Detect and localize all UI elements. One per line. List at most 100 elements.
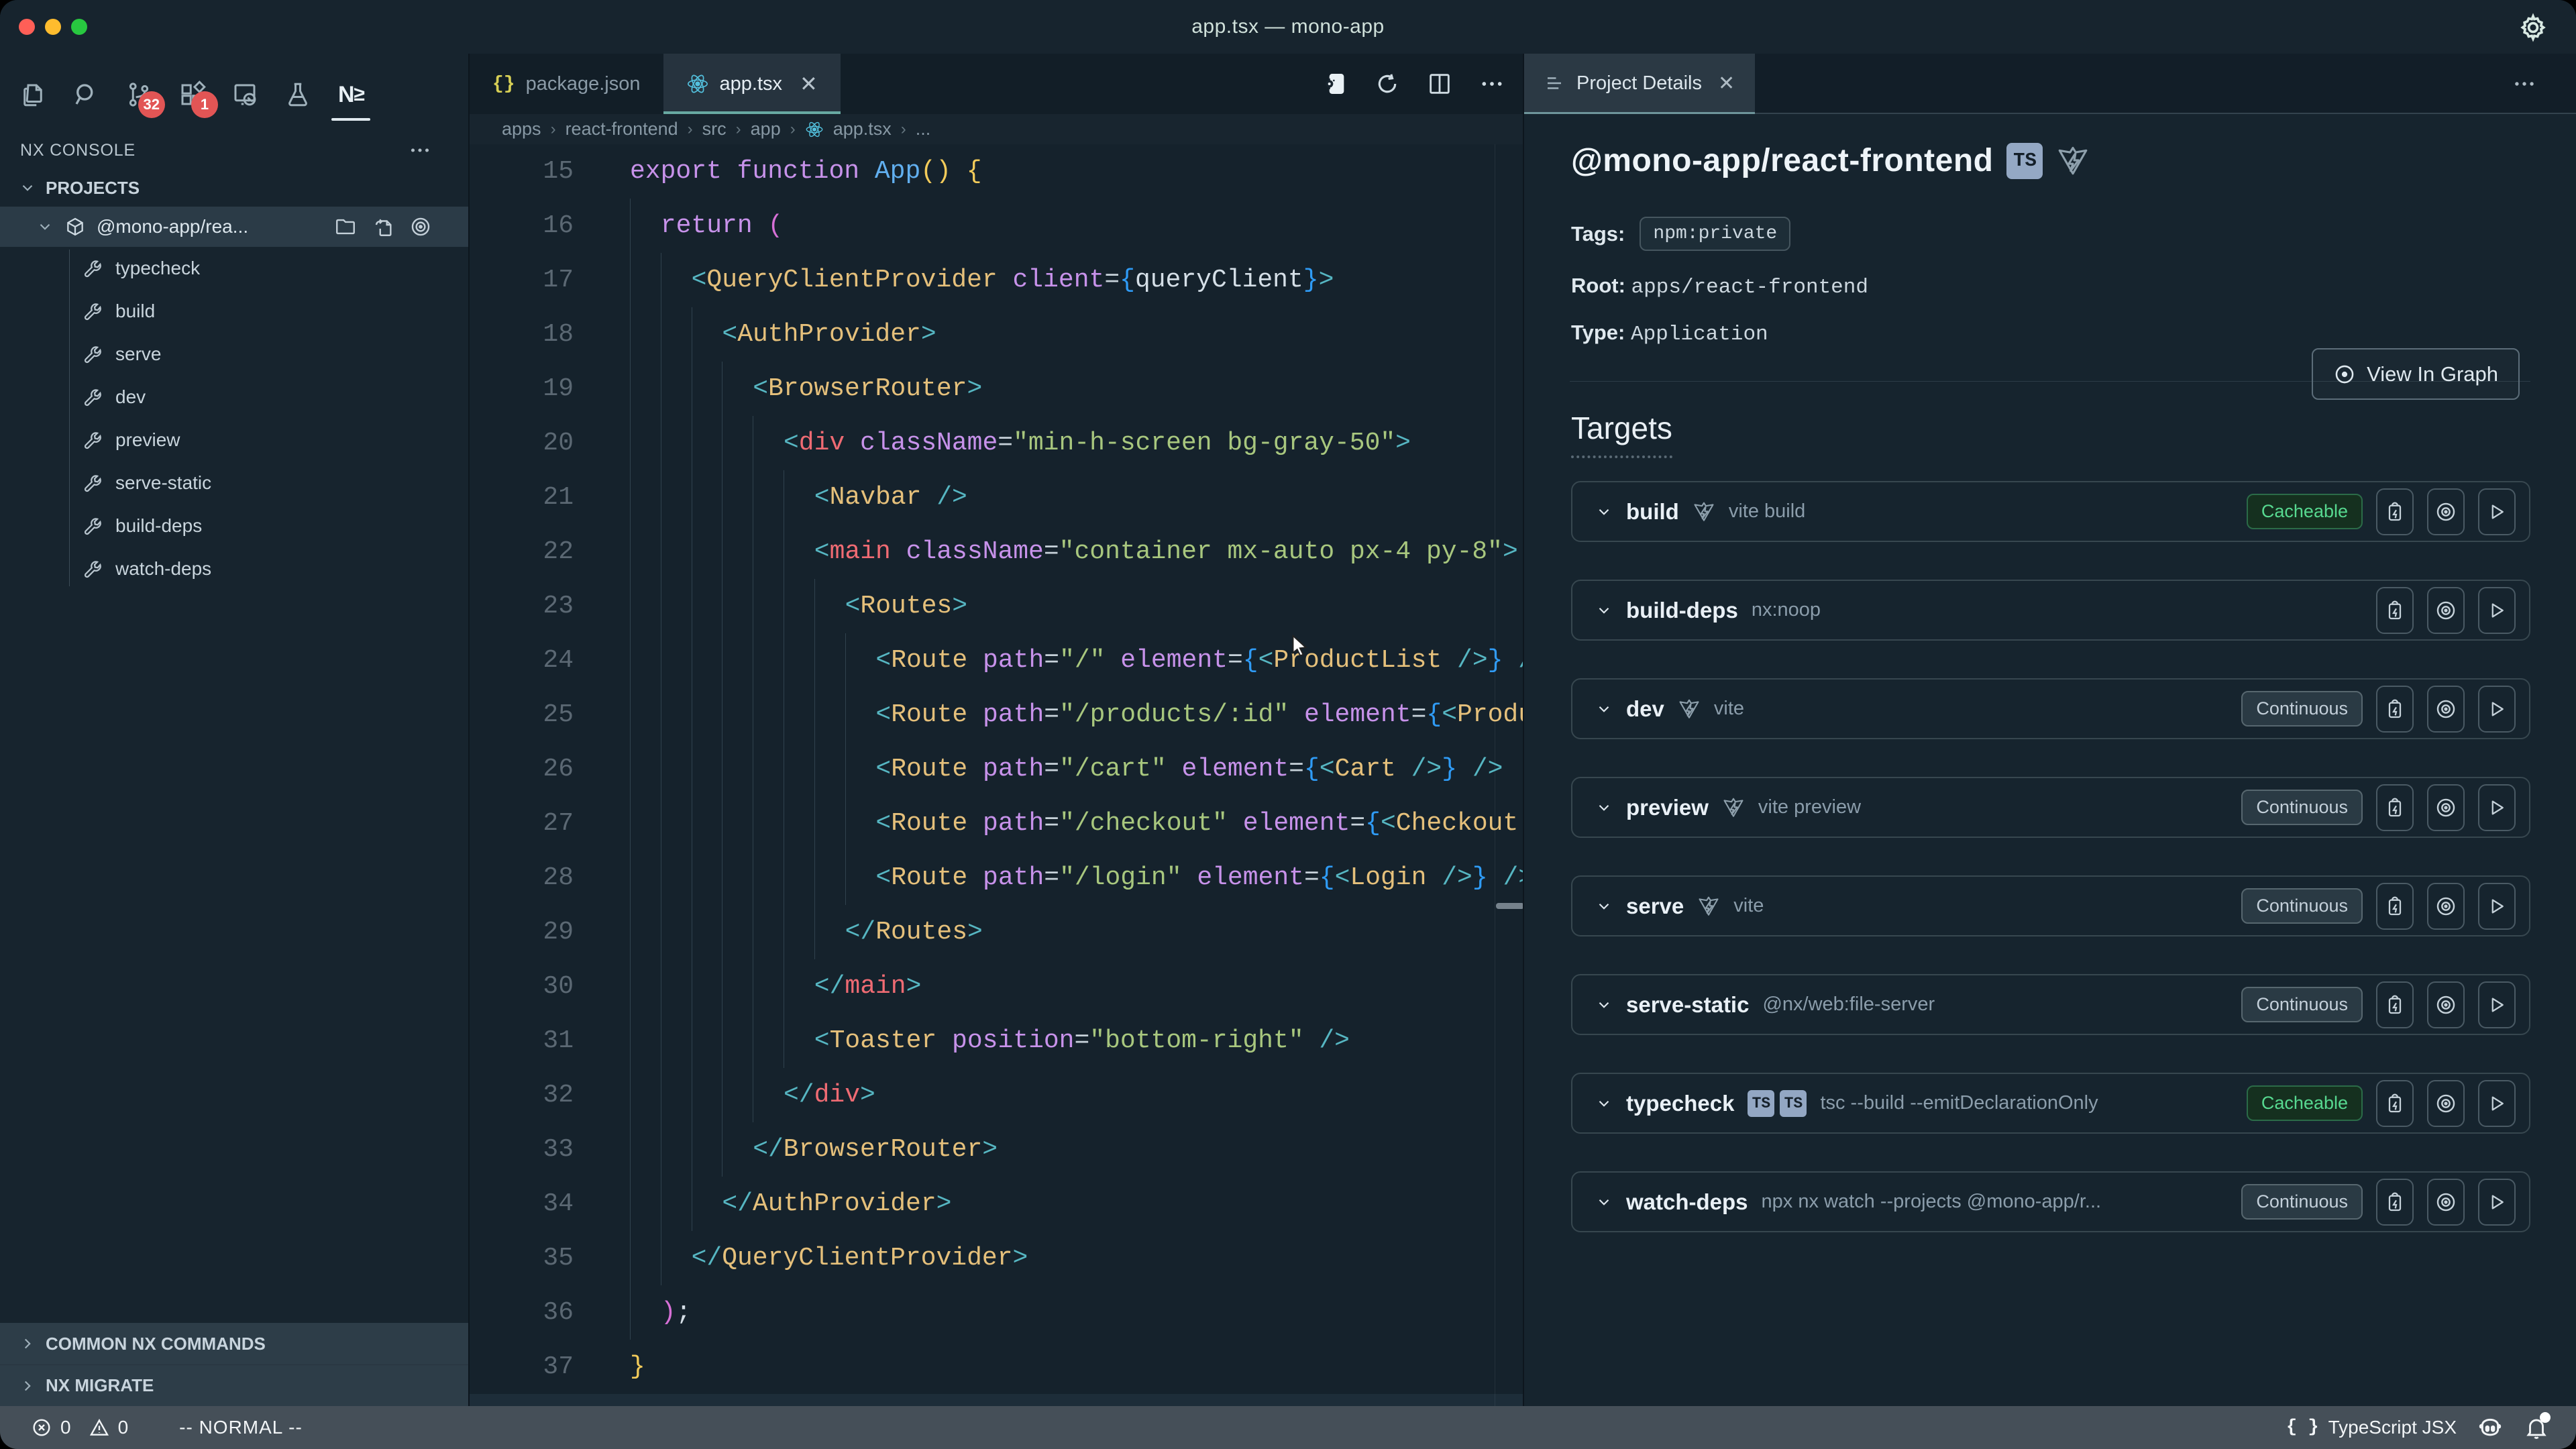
target-row[interactable]: serve-static@nx/web:file-serverContinuou… (1571, 974, 2530, 1035)
copy-target-button[interactable] (2376, 1179, 2414, 1226)
copy-target-button[interactable] (2376, 686, 2414, 733)
close-panel-icon[interactable]: ✕ (1718, 72, 1735, 95)
refresh-icon[interactable] (1374, 70, 1401, 97)
tokens: <div className="min-h-screen bg-gray-50"… (784, 416, 1411, 470)
breadcrumb-item[interactable]: app (751, 119, 781, 140)
project-details-view-icon[interactable] (1322, 70, 1348, 97)
bullseye-icon (2434, 599, 2457, 622)
view-target-in-graph-button[interactable] (2427, 1080, 2465, 1127)
code-area[interactable]: 15export function App() {16return (17<Qu… (470, 144, 1523, 1406)
copy-target-button[interactable] (2376, 488, 2414, 535)
tab-app-tsx[interactable]: app.tsx ✕ (663, 54, 841, 114)
activity-bar: 32 1 N≥ (0, 54, 468, 129)
source-control-icon[interactable]: 32 (123, 79, 154, 110)
run-target-button[interactable] (2478, 1080, 2516, 1127)
code-text: <Route path="/login" element={<Login />}… (574, 851, 1523, 905)
problems-indicator[interactable]: 0 0 -- NORMAL -- (31, 1417, 303, 1438)
sidebar-target-item[interactable]: typecheck (0, 247, 468, 290)
testing-beaker-icon[interactable] (282, 79, 313, 110)
goto-config-file-icon[interactable] (372, 215, 394, 238)
breadcrumb-item[interactable]: src (702, 119, 727, 140)
explorer-icon[interactable] (17, 79, 48, 110)
language-mode[interactable]: { } TypeScript JSX (2286, 1417, 2457, 1438)
copy-target-button[interactable] (2376, 1080, 2414, 1127)
indent-guide (630, 1231, 661, 1285)
editor-actions (1322, 54, 1505, 114)
tokens: <main className="container mx-auto px-4 … (814, 525, 1518, 579)
projects-section-header[interactable]: PROJECTS (0, 169, 468, 207)
notifications-bell-icon[interactable] (2524, 1415, 2549, 1440)
view-target-in-graph-button[interactable] (2427, 1179, 2465, 1226)
sidebar-more-actions-icon[interactable] (408, 138, 432, 162)
target-bullseye-icon[interactable] (409, 215, 432, 238)
view-target-in-graph-button[interactable] (2427, 981, 2465, 1028)
copilot-icon[interactable] (2477, 1414, 2504, 1441)
copy-target-button[interactable] (2376, 587, 2414, 634)
target-name: preview (1626, 795, 1709, 820)
run-target-button[interactable] (2478, 1179, 2516, 1226)
breadcrumb-item[interactable]: app.tsx (833, 119, 892, 140)
sidebar-target-label: build (115, 301, 155, 322)
sidebar-target-item[interactable]: serve (0, 333, 468, 376)
run-target-button[interactable] (2478, 883, 2516, 930)
line-number: 30 (470, 959, 574, 1014)
run-target-button[interactable] (2478, 488, 2516, 535)
search-icon[interactable] (70, 79, 101, 110)
sidebar-target-item[interactable]: serve-static (0, 462, 468, 504)
project-row[interactable]: @mono-app/rea... (0, 207, 468, 247)
target-row[interactable]: watch-depsnpx nx watch --projects @mono-… (1571, 1171, 2530, 1232)
tab-project-details[interactable]: Project Details ✕ (1524, 54, 1755, 113)
breadcrumb-item[interactable]: react-frontend (566, 119, 678, 140)
sidebar-target-item[interactable]: build-deps (0, 504, 468, 547)
scrollbar-marker[interactable] (1496, 903, 1523, 909)
clipboard-icon (2384, 1093, 2406, 1114)
common-nx-commands-section[interactable]: COMMON NX COMMANDS (0, 1323, 468, 1364)
view-target-in-graph-button[interactable] (2427, 686, 2465, 733)
target-row[interactable]: devviteContinuous (1571, 678, 2530, 739)
breadcrumb-item[interactable]: ... (916, 119, 931, 140)
remote-explorer-icon[interactable] (229, 79, 260, 110)
target-row[interactable]: buildvite buildCacheable (1571, 481, 2530, 542)
sidebar-target-item[interactable]: watch-deps (0, 547, 468, 590)
breadcrumb[interactable]: apps›react-frontend›src›app›app.tsx›... (470, 114, 1523, 144)
breadcrumb-item[interactable]: apps (502, 119, 541, 140)
target-name: watch-deps (1626, 1189, 1748, 1215)
run-target-button[interactable] (2478, 686, 2516, 733)
indent-guide (753, 525, 784, 579)
sidebar: 32 1 N≥ NX CONSOLE (0, 54, 470, 1406)
target-row[interactable]: typecheckTSTStsc --build --emitDeclarati… (1571, 1073, 2530, 1134)
tokens: <Route path="/login" element={<Login />}… (875, 851, 1523, 905)
copy-target-button[interactable] (2376, 981, 2414, 1028)
more-actions-icon[interactable] (1479, 70, 1505, 97)
run-target-button[interactable] (2478, 784, 2516, 831)
clipboard-icon (2384, 1191, 2406, 1213)
tab-package-json[interactable]: {} package.json (470, 54, 663, 114)
run-target-button[interactable] (2478, 981, 2516, 1028)
vim-mode-indicator[interactable]: -- NORMAL -- (179, 1417, 303, 1438)
target-row[interactable]: previewvite previewContinuous (1571, 777, 2530, 838)
nx-console-icon[interactable]: N≥ (335, 79, 366, 110)
settings-gear-icon[interactable] (2518, 13, 2548, 42)
run-target-button[interactable] (2478, 587, 2516, 634)
view-target-in-graph-button[interactable] (2427, 883, 2465, 930)
folder-icon[interactable] (334, 215, 357, 238)
view-target-in-graph-button[interactable] (2427, 784, 2465, 831)
split-editor-icon[interactable] (1426, 70, 1453, 97)
tokens: export function App() { (630, 144, 982, 199)
copy-target-button[interactable] (2376, 784, 2414, 831)
copy-target-button[interactable] (2376, 883, 2414, 930)
view-target-in-graph-button[interactable] (2427, 587, 2465, 634)
target-row[interactable]: build-depsnx:noop (1571, 580, 2530, 641)
view-target-in-graph-button[interactable] (2427, 488, 2465, 535)
panel-more-actions-icon[interactable] (2512, 54, 2537, 114)
sidebar-target-item[interactable]: preview (0, 419, 468, 462)
extensions-icon[interactable]: 1 (176, 79, 207, 110)
target-name: build (1626, 499, 1679, 525)
bullseye-icon (2434, 1191, 2457, 1214)
close-tab-icon[interactable]: ✕ (800, 71, 818, 97)
sidebar-target-item[interactable]: build (0, 290, 468, 333)
sidebar-target-item[interactable]: dev (0, 376, 468, 419)
target-row[interactable]: serveviteContinuous (1571, 875, 2530, 936)
view-in-graph-button[interactable]: View In Graph (2312, 348, 2520, 400)
nx-migrate-section[interactable]: NX MIGRATE (0, 1364, 468, 1406)
